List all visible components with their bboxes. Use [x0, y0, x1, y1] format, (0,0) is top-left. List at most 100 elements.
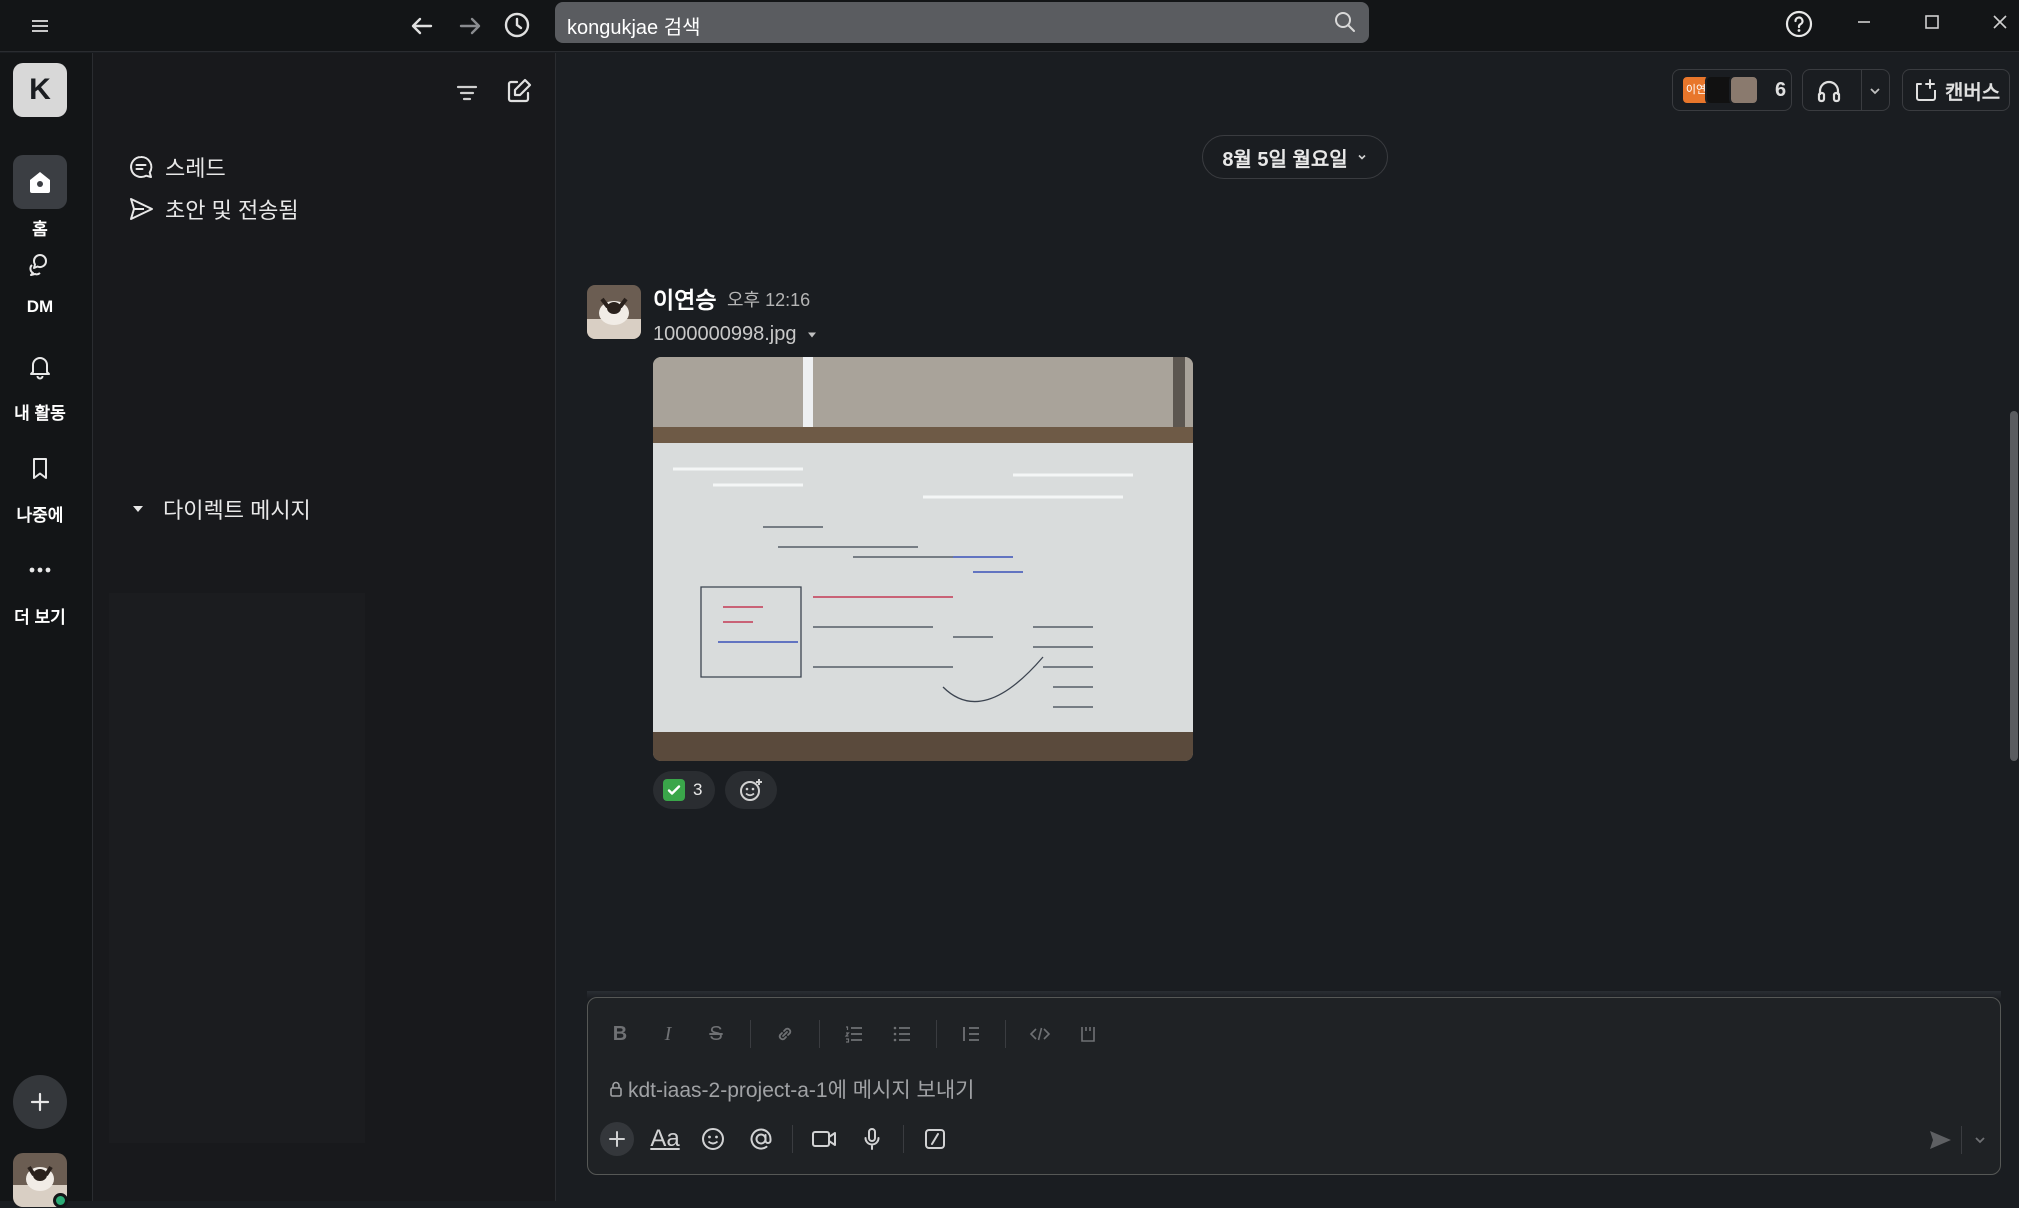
dm-icon	[13, 237, 67, 291]
divider	[792, 1125, 793, 1153]
home-icon	[13, 155, 67, 209]
italic-icon[interactable]: I	[654, 1020, 682, 1048]
forward-arrow-icon[interactable]	[454, 10, 486, 42]
microphone-icon[interactable]	[855, 1122, 889, 1156]
formatting-toolbar: B I S	[606, 1020, 1122, 1048]
add-workspace-button[interactable]	[13, 1075, 67, 1129]
strikethrough-icon[interactable]: S	[702, 1020, 730, 1048]
rail-item-later[interactable]: 나중에	[0, 441, 80, 526]
member-avatars-button[interactable]: 이연 6	[1672, 69, 1792, 111]
dm-section-header[interactable]: 다이렉트 메시지	[131, 493, 311, 525]
add-emoji-icon	[740, 779, 762, 801]
message-avatar[interactable]	[587, 285, 641, 339]
message-input[interactable]: kdt-iaas-2-project-a-1에 메시지 보내기	[608, 1074, 974, 1104]
search-placeholder: kongukjae 검색	[567, 17, 701, 39]
chevron-down-icon[interactable]	[1867, 83, 1883, 99]
rail-label-more: 더 보기	[14, 608, 66, 627]
chevron-down-icon[interactable]	[1972, 1132, 1988, 1148]
link-icon[interactable]	[771, 1020, 799, 1048]
sidebar-item-threads[interactable]: 스레드	[127, 151, 226, 183]
bullet-list-icon[interactable]	[888, 1020, 916, 1048]
workspace-switcher[interactable]: K	[13, 63, 67, 117]
workspace-rail: K 홈 DM 내 활동 나중에 더 보기	[0, 53, 92, 1208]
message-author[interactable]: 이연승	[653, 281, 716, 315]
bookmark-icon	[13, 441, 67, 495]
bell-icon	[13, 339, 67, 393]
huddle-button[interactable]	[1802, 69, 1890, 111]
attached-image[interactable]	[653, 357, 1193, 761]
scrollbar[interactable]	[2010, 411, 2018, 761]
divider	[1961, 1126, 1962, 1154]
search-icon[interactable]	[1333, 10, 1357, 34]
rail-label-activity: 내 활동	[14, 404, 66, 423]
send-icon[interactable]	[1926, 1126, 1954, 1154]
rail-item-dm[interactable]: DM	[0, 237, 80, 317]
sidebar-label-threads: 스레드	[165, 156, 226, 181]
message-placeholder: kdt-iaas-2-project-a-1에 메시지 보내기	[628, 1079, 975, 1102]
divider	[1005, 1020, 1006, 1048]
channel-sidebar: 스레드 초안 및 전송됨 다이렉트 메시지	[92, 53, 556, 1201]
filter-icon[interactable]	[451, 77, 483, 109]
blockquote-icon[interactable]	[957, 1020, 985, 1048]
attach-plus-icon[interactable]	[600, 1122, 634, 1156]
canvas-button[interactable]: 캔버스	[1902, 69, 2010, 111]
reaction-pill[interactable]: 3	[653, 771, 715, 809]
mention-icon[interactable]	[744, 1122, 778, 1156]
threads-icon	[130, 155, 153, 178]
rail-item-home[interactable]: 홈	[0, 155, 80, 240]
code-icon[interactable]	[1026, 1020, 1054, 1048]
rail-item-more[interactable]: 더 보기	[0, 543, 80, 628]
divider	[1861, 70, 1862, 110]
reaction-count: 3	[693, 780, 703, 799]
message-composer[interactable]: B I S kdt-iaas-2-project-a-1에 메시지 보내기 Aa	[587, 997, 2001, 1175]
rail-label-later: 나중에	[16, 506, 64, 525]
divider	[750, 1020, 751, 1048]
slash-command-icon[interactable]	[918, 1122, 952, 1156]
composer-actions: Aa	[600, 1122, 966, 1156]
caret-down-icon	[808, 332, 817, 337]
send-outline-icon	[130, 198, 153, 220]
code-block-icon[interactable]	[1074, 1020, 1102, 1048]
history-clock-icon[interactable]	[500, 8, 534, 42]
emoji-icon[interactable]	[696, 1122, 730, 1156]
rail-label-dm: DM	[26, 297, 54, 316]
canvas-icon	[1916, 79, 1936, 101]
date-label: 8월 5일 월요일	[1222, 148, 1348, 171]
member-count: 6	[1775, 78, 1787, 101]
canvas-label: 캔버스	[1945, 81, 2001, 104]
text-format-button[interactable]: Aa	[648, 1122, 682, 1156]
add-reaction-button[interactable]	[725, 771, 777, 809]
sidebar-list-placeholder	[109, 593, 365, 1143]
dm-section-label: 다이렉트 메시지	[163, 498, 311, 523]
sidebar-label-drafts: 초안 및 전송됨	[165, 198, 299, 223]
compose-icon[interactable]	[503, 75, 535, 107]
bold-icon[interactable]: B	[606, 1020, 634, 1048]
back-arrow-icon[interactable]	[406, 10, 438, 42]
file-name: 1000000998.jpg	[653, 323, 797, 345]
check-emoji-icon	[663, 779, 685, 801]
channel-view: 이연 6 캔버스 8월 5일 월요일 이연승 오후 12:16 10000009…	[557, 53, 2019, 1201]
caret-down-icon	[133, 506, 143, 512]
plus-icon	[30, 1092, 50, 1112]
message-timestamp[interactable]: 오후 12:16	[727, 286, 810, 312]
divider	[903, 1125, 904, 1153]
hamburger-menu-icon[interactable]	[26, 12, 54, 40]
help-icon[interactable]	[1783, 8, 1815, 40]
search-input[interactable]: kongukjae 검색	[555, 2, 1369, 43]
video-icon[interactable]	[807, 1122, 841, 1156]
maximize-icon[interactable]	[1918, 8, 1946, 36]
rail-item-activity[interactable]: 내 활동	[0, 339, 80, 424]
divider	[819, 1020, 820, 1048]
title-bar: kongukjae 검색	[0, 0, 2019, 52]
date-divider[interactable]: 8월 5일 월요일	[1202, 135, 1388, 179]
minimize-icon[interactable]	[1850, 8, 1878, 36]
divider	[936, 1020, 937, 1048]
member-avatar	[1729, 75, 1759, 105]
headphones-icon	[1815, 77, 1843, 105]
more-icon	[13, 543, 67, 597]
close-icon[interactable]	[1986, 8, 2014, 36]
sidebar-item-drafts[interactable]: 초안 및 전송됨	[127, 193, 299, 225]
chevron-down-icon	[1358, 154, 1366, 160]
ordered-list-icon[interactable]	[840, 1020, 868, 1048]
file-name-toggle[interactable]: 1000000998.jpg	[653, 323, 818, 346]
